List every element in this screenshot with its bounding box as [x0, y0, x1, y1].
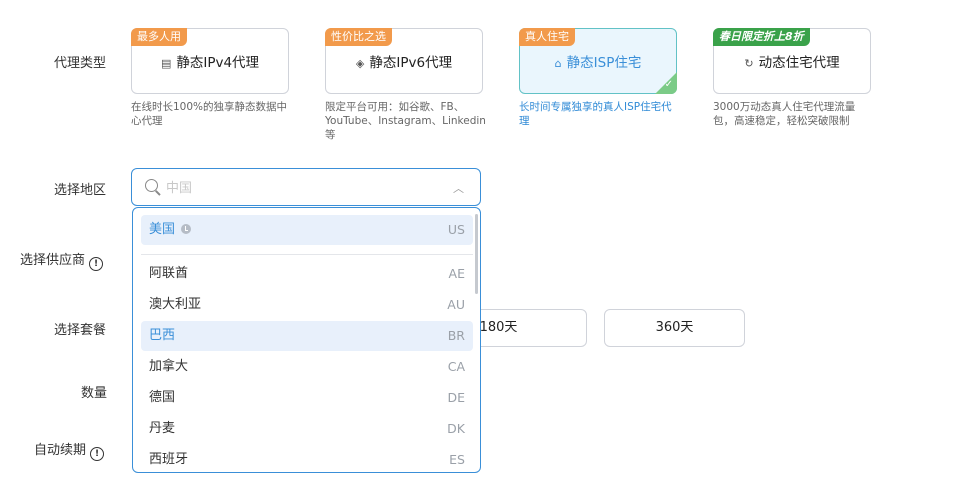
card-title: ▤ 静态IPv4代理 [160, 55, 260, 71]
proxy-type-card-dynamic[interactable]: 春日限定折上8折 ↻ 动态住宅代理 [713, 28, 871, 94]
chevron-up-icon[interactable]: ︿ [453, 180, 464, 196]
server-icon: ▤ [160, 57, 172, 70]
proxy-type-label: 代理类型 [54, 56, 107, 71]
card-title: ↻ 动态住宅代理 [744, 55, 840, 71]
layers-icon: ◈ [355, 57, 365, 70]
card-description: 3000万动态真人住宅代理流量包，高速稳定，轻松突破限制 [713, 101, 856, 127]
card-description: 在线时长100%的独享静态数据中心代理 [131, 101, 288, 127]
region-option-au[interactable]: 澳大利亚 AU [141, 290, 473, 320]
provider-label: 选择供应商 [20, 253, 86, 268]
auto-renew-label: 自动续期 [34, 443, 87, 458]
proxy-type-card-ipv6[interactable]: 性价比之选 ◈ 静态IPv6代理 [325, 28, 483, 94]
check-icon: ✓ [664, 79, 673, 90]
proxy-type-card-isp[interactable]: 真人住宅 ⌂ 静态ISP住宅 ✓ [519, 28, 677, 94]
region-option-de[interactable]: 德国 DE [141, 383, 473, 413]
region-option-ca[interactable]: 加拿大 CA [141, 352, 473, 382]
region-label: 选择地区 [54, 183, 107, 198]
dropdown-scrollbar[interactable] [475, 214, 478, 294]
badge-best-value: 性价比之选 [325, 28, 392, 46]
region-option-br[interactable]: 巴西 BR [141, 321, 473, 351]
region-option-es[interactable]: 西班牙 ES [141, 445, 473, 472]
search-icon [145, 179, 158, 192]
package-option-360[interactable]: 360天 [604, 309, 745, 347]
card-title: ⌂ 静态ISP住宅 [554, 55, 642, 71]
card-description: 长时间专属独享的真人ISP住宅代理 [519, 101, 672, 127]
proxy-type-card-ipv4[interactable]: 最多人用 ▤ 静态IPv4代理 [131, 28, 289, 94]
card-title: ◈ 静态IPv6代理 [355, 55, 453, 71]
recent-icon [181, 224, 192, 234]
package-label: 选择套餐 [54, 323, 107, 338]
region-option-us[interactable]: 美国 US [141, 215, 473, 245]
badge-real-residential: 真人住宅 [519, 28, 575, 46]
divider [141, 254, 473, 255]
card-description: 限定平台可用：如谷歌、FB、YouTube、Instagram、Linkedin… [325, 101, 486, 141]
info-icon[interactable]: ! [90, 447, 105, 461]
region-select[interactable]: ︿ [131, 168, 481, 206]
refresh-icon: ↻ [744, 57, 754, 70]
info-icon[interactable]: ! [89, 257, 104, 271]
badge-most-used: 最多人用 [131, 28, 187, 46]
region-option-dk[interactable]: 丹麦 DK [141, 414, 473, 444]
auto-renew-label-group: 自动续期! [34, 439, 105, 461]
home-icon: ⌂ [554, 57, 562, 70]
region-search-input[interactable] [166, 178, 426, 198]
region-dropdown[interactable]: 美国 US 阿联酋 AE 澳大利亚 AU 巴西 BR 加拿大 CA 德国 DE 丹麦 DK … [132, 207, 481, 473]
region-option-ae[interactable]: 阿联酋 AE [141, 259, 473, 289]
provider-label-group: 选择供应商! [20, 249, 104, 271]
badge-spring-promo: 春日限定折上8折 [713, 28, 810, 46]
quantity-label: 数量 [81, 386, 108, 401]
